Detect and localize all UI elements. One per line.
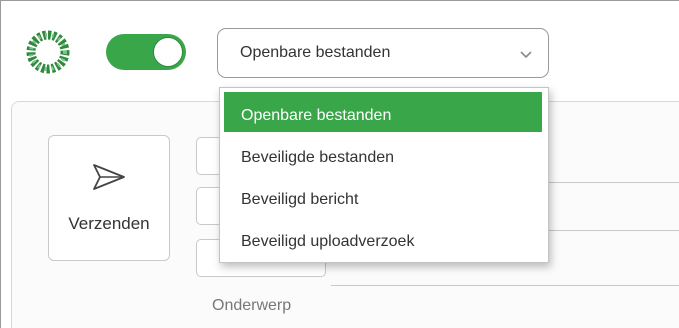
option-beveiligd-uploadverzoek[interactable]: Beveiligd uploadverzoek [224,218,542,258]
file-type-dropdown-menu: Openbare bestanden Beveiligde bestanden … [219,87,549,263]
option-beveiligd-bericht[interactable]: Beveiligd bericht [224,176,542,216]
recipient-underline [549,182,679,183]
chevron-down-icon [520,51,532,59]
toggle-knob [153,37,183,67]
option-beveiligde-bestanden[interactable]: Beveiligde bestanden [224,134,542,174]
subject-underline [331,285,679,286]
subject-label: Onderwerp [212,297,292,314]
toggle-switch[interactable] [106,34,186,70]
paper-plane-icon [93,164,125,190]
cc-underline [549,230,679,231]
app-window: Openbare bestanden Verzenden Bcc Onderwe… [0,0,679,328]
ring-logo-icon [26,30,70,74]
file-type-select-value: Openbare bestanden [240,44,391,61]
option-openbare-bestanden[interactable]: Openbare bestanden [224,92,542,132]
file-type-select[interactable]: Openbare bestanden [217,28,549,78]
send-button[interactable]: Verzenden [48,135,170,261]
send-button-label: Verzenden [68,214,150,233]
